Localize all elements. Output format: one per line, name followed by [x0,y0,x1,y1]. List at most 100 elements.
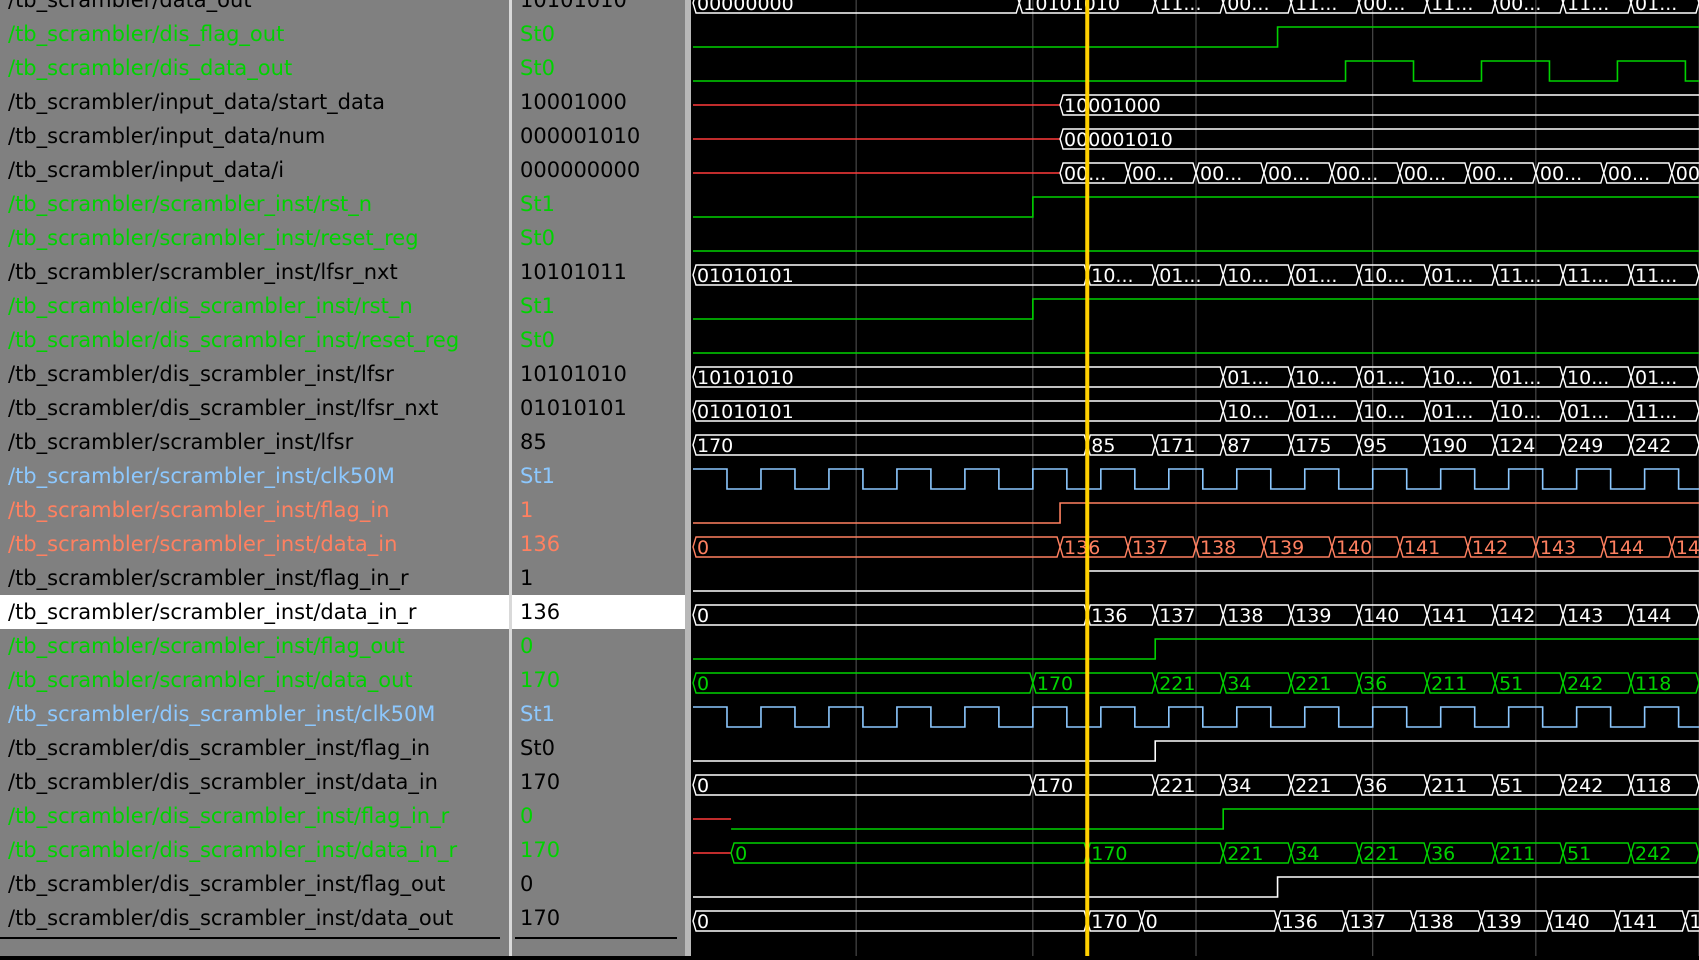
signal-name-row[interactable]: /tb_scrambler/dis_scrambler_inst/data_ou… [0,901,509,935]
bus-value-label: 138 [1418,911,1454,933]
signal-value-cell[interactable]: 170 [512,765,685,799]
signal-value-cell[interactable]: 170 [512,901,685,935]
signal-value-cell[interactable]: St0 [512,731,685,765]
signal-name-row[interactable]: /tb_scrambler/scrambler_inst/flag_in_r [0,561,509,595]
signal-value-cell[interactable]: 0 [512,629,685,663]
signal-name-row[interactable]: /tb_scrambler/dis_scrambler_inst/lfsr_nx… [0,391,509,425]
signal-value-cell[interactable]: St0 [512,17,685,51]
signal-value-cell[interactable]: 136 [512,595,685,629]
signal-name-row[interactable]: /tb_scrambler/dis_scrambler_inst/data_in [0,765,509,799]
signal-name-row[interactable]: /tb_scrambler/scrambler_inst/lfsr [0,425,509,459]
signal-name-row[interactable]: /tb_scrambler/scrambler_inst/data_in [0,527,509,561]
signal-name-row[interactable]: /tb_scrambler/dis_scrambler_inst/clk50M [0,697,509,731]
signal-value-cell[interactable]: 10101010 [512,0,685,17]
signal-name-row[interactable]: /tb_scrambler/input_data/start_data [0,85,509,119]
bus-value-label: 01... [1567,401,1609,423]
signal-name-row[interactable]: /tb_scrambler/scrambler_inst/flag_in [0,493,509,527]
signal-name-row[interactable]: /tb_scrambler/dis_scrambler_inst/rst_n [0,289,509,323]
signal-name-row[interactable]: /tb_scrambler/dis_flag_out [0,17,509,51]
signal-name-row[interactable]: /tb_scrambler/dis_scrambler_inst/flag_in… [0,799,509,833]
bus-value-label: 0 [697,605,709,627]
signal-value-cell[interactable]: 10101011 [512,255,685,289]
bus-value-label: 221 [1159,673,1195,695]
signal-value-pane[interactable]: 10101010 St0 St0 10001000 000001010 000000000… [509,0,685,956]
signal-value-cell[interactable]: St1 [512,459,685,493]
bus-value-label: 01... [1363,367,1405,389]
signal-name-row[interactable]: /tb_scrambler/scrambler_inst/reset_reg [0,221,509,255]
bus-value-label: 51 [1567,843,1591,865]
bus-value-label: 000001010 [1064,129,1173,151]
signal-name-pane[interactable]: /tb_scrambler/data_out/tb_scrambler/dis_… [0,0,509,956]
bus-value-label: 00... [1227,0,1269,15]
bus-value-label: 34 [1227,775,1251,797]
bus-value-label: 01... [1295,265,1337,287]
bus-value-label: 10... [1295,367,1337,389]
bus-value-label: 0 [735,843,747,865]
signal-value-cell[interactable]: 0 [512,867,685,901]
signal-name-row[interactable]: /tb_scrambler/scrambler_inst/data_in_r [0,595,509,629]
signal-value-cell[interactable]: 01010101 [512,391,685,425]
waveform-pane[interactable]: 00000000 10101010 11... 00... 11... 00... 11..… [691,0,1699,956]
signal-value-cell[interactable]: St1 [512,697,685,731]
bus-value-label: 140 [1553,911,1589,933]
bus-value-label: 10101010 [697,367,794,389]
bus-segment [692,774,1034,796]
bus-value-label: 140 [1336,537,1372,559]
bus-value-label: 170 [697,435,733,457]
signal-name-row[interactable]: /tb_scrambler/dis_scrambler_inst/reset_r… [0,323,509,357]
bus-value-label: 242 [1567,775,1603,797]
bus-value-label: 139 [1295,605,1331,627]
signal-name-row[interactable]: /tb_scrambler/input_data/i [0,153,509,187]
signal-value-cell[interactable]: St0 [512,51,685,85]
bus-value-label: 0 [697,775,709,797]
signal-name-row[interactable]: /tb_scrambler/scrambler_inst/data_out [0,663,509,697]
signal-value-cell[interactable]: 000000000 [512,153,685,187]
signal-name-row[interactable]: /tb_scrambler/dis_scrambler_inst/flag_ou… [0,867,509,901]
bus-value-label: 142 [1499,605,1535,627]
bus-value-label: 11... [1431,0,1473,15]
signal-value-cell[interactable]: 10101010 [512,357,685,391]
bus-segment [692,536,1061,558]
bit-waveform [731,808,1699,830]
signal-name-row[interactable]: /tb_scrambler/data_out [0,0,509,17]
bus-value-label: 10... [1227,265,1269,287]
signal-value-cell[interactable]: 1 [512,561,685,595]
signal-name-row[interactable]: /tb_scrambler/scrambler_inst/flag_out [0,629,509,663]
bus-value-label: 143 [1567,605,1603,627]
signal-name-row[interactable]: /tb_scrambler/input_data/num [0,119,509,153]
signal-value-cell[interactable]: St1 [512,289,685,323]
waveform-canvas[interactable]: 00000000 10101010 11... 00... 11... 00... 11..… [691,0,1699,956]
bus-value-label: 140 [1363,605,1399,627]
bus-value-label: 211 [1431,673,1467,695]
bus-value-label: 01... [1295,401,1337,423]
signal-value-cell[interactable]: 136 [512,527,685,561]
signal-value-cell[interactable]: 10001000 [512,85,685,119]
signal-value-cell[interactable]: St0 [512,323,685,357]
bus-value-label: 11... [1295,0,1337,15]
signal-value-cell[interactable]: 170 [512,663,685,697]
signal-value-cell[interactable]: 000001010 [512,119,685,153]
signal-name-row[interactable]: /tb_scrambler/dis_data_out [0,51,509,85]
signal-name-row[interactable]: /tb_scrambler/scrambler_inst/lfsr_nxt [0,255,509,289]
signal-name-row[interactable]: /tb_scrambler/scrambler_inst/clk50M [0,459,509,493]
signal-value-cell[interactable]: St1 [512,187,685,221]
bus-value-label: 171 [1159,435,1195,457]
signal-name-row[interactable]: /tb_scrambler/scrambler_inst/rst_n [0,187,509,221]
bus-value-label: 00... [1363,0,1405,15]
signal-value-cell[interactable]: 170 [512,833,685,867]
bus-value-label: 190 [1431,435,1467,457]
bus-value-label: 175 [1295,435,1331,457]
signal-value-cell[interactable]: 0 [512,799,685,833]
signal-name-row[interactable]: /tb_scrambler/dis_scrambler_inst/lfsr [0,357,509,391]
signal-name-row[interactable]: /tb_scrambler/dis_scrambler_inst/flag_in [0,731,509,765]
signal-value-cell[interactable]: St0 [512,221,685,255]
bus-value-label: 211 [1499,843,1535,865]
bus-value-label: 95 [1363,435,1387,457]
bus-value-label: 118 [1635,673,1671,695]
signal-name-row[interactable]: /tb_scrambler/dis_scrambler_inst/data_in… [0,833,509,867]
bus-segment [692,434,1088,456]
bus-value-label: 87 [1227,435,1251,457]
signal-value-cell[interactable]: 85 [512,425,685,459]
bus-value-label: 00... [1676,163,1699,185]
signal-value-cell[interactable]: 1 [512,493,685,527]
